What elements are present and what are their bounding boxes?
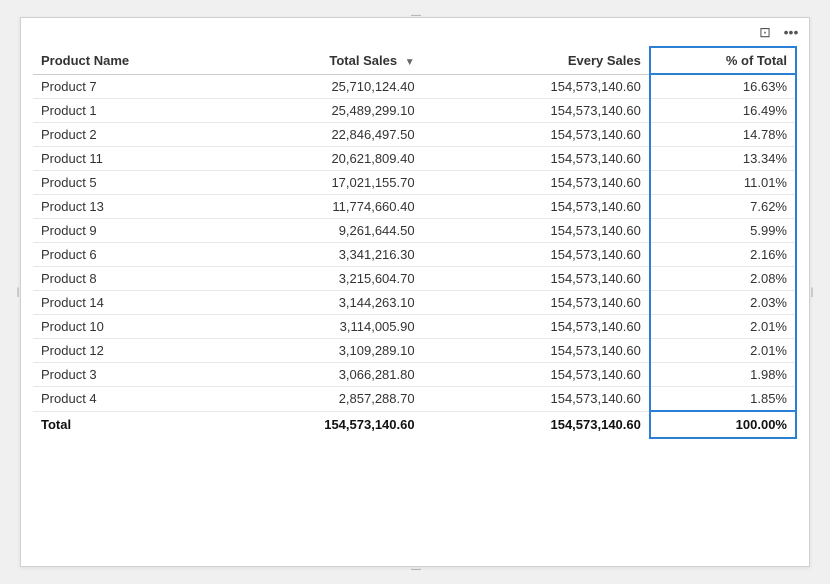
footer-row: Total154,573,140.60154,573,140.60100.00%	[33, 411, 796, 438]
resize-handle-top[interactable]	[405, 12, 425, 18]
table-row: Product 222,846,497.50154,573,140.6014.7…	[33, 123, 796, 147]
table-row: Product 83,215,604.70154,573,140.602.08%	[33, 267, 796, 291]
cell-pct-total: 11.01%	[650, 171, 796, 195]
cell-product-name: Product 5	[33, 171, 212, 195]
data-table: Product Name Total Sales ▼ Every Sales %…	[33, 46, 797, 439]
cell-total-sales: 3,215,604.70	[212, 267, 423, 291]
cell-product-name: Product 1	[33, 99, 212, 123]
cell-total-sales: 25,489,299.10	[212, 99, 423, 123]
cell-product-name: Product 11	[33, 147, 212, 171]
table-row: Product 125,489,299.10154,573,140.6016.4…	[33, 99, 796, 123]
cell-pct-total: 7.62%	[650, 195, 796, 219]
table-row: Product 143,144,263.10154,573,140.602.03…	[33, 291, 796, 315]
cell-total-sales: 3,114,005.90	[212, 315, 423, 339]
cell-pct-total: 2.08%	[650, 267, 796, 291]
cell-product-name: Product 3	[33, 363, 212, 387]
col-header-pct-total[interactable]: % of Total	[650, 47, 796, 74]
cell-product-name: Product 4	[33, 387, 212, 412]
table-row: Product 1120,621,809.40154,573,140.6013.…	[33, 147, 796, 171]
cell-every-sales: 154,573,140.60	[423, 147, 650, 171]
cell-every-sales: 154,573,140.60	[423, 363, 650, 387]
cell-pct-total: 1.98%	[650, 363, 796, 387]
cell-pct-total: 2.01%	[650, 339, 796, 363]
cell-every-sales: 154,573,140.60	[423, 171, 650, 195]
cell-product-name: Product 8	[33, 267, 212, 291]
table-container: Product Name Total Sales ▼ Every Sales %…	[21, 46, 809, 451]
cell-pct-total: 2.03%	[650, 291, 796, 315]
more-options-icon[interactable]: •••	[781, 22, 801, 42]
table-row: Product 42,857,288.70154,573,140.601.85%	[33, 387, 796, 412]
table-row: Product 123,109,289.10154,573,140.602.01…	[33, 339, 796, 363]
cell-pct-total: 1.85%	[650, 387, 796, 412]
resize-handle-left[interactable]	[15, 282, 21, 302]
cell-total-sales: 3,066,281.80	[212, 363, 423, 387]
top-bar: ⊡ •••	[21, 18, 809, 46]
footer-every: 154,573,140.60	[423, 411, 650, 438]
cell-total-sales: 9,261,644.50	[212, 219, 423, 243]
cell-product-name: Product 7	[33, 74, 212, 99]
cell-product-name: Product 9	[33, 219, 212, 243]
cell-every-sales: 154,573,140.60	[423, 195, 650, 219]
footer-total: 154,573,140.60	[212, 411, 423, 438]
cell-every-sales: 154,573,140.60	[423, 243, 650, 267]
cell-product-name: Product 10	[33, 315, 212, 339]
cell-pct-total: 14.78%	[650, 123, 796, 147]
resize-handle-bottom[interactable]	[405, 566, 425, 572]
cell-every-sales: 154,573,140.60	[423, 291, 650, 315]
table-row: Product 725,710,124.40154,573,140.6016.6…	[33, 74, 796, 99]
cell-every-sales: 154,573,140.60	[423, 387, 650, 412]
cell-pct-total: 5.99%	[650, 219, 796, 243]
table-row: Product 63,341,216.30154,573,140.602.16%	[33, 243, 796, 267]
cell-every-sales: 154,573,140.60	[423, 267, 650, 291]
cell-product-name: Product 13	[33, 195, 212, 219]
cell-pct-total: 16.63%	[650, 74, 796, 99]
table-header-row: Product Name Total Sales ▼ Every Sales %…	[33, 47, 796, 74]
table-footer: Total154,573,140.60154,573,140.60100.00%	[33, 411, 796, 438]
table-row: Product 99,261,644.50154,573,140.605.99%	[33, 219, 796, 243]
cell-total-sales: 25,710,124.40	[212, 74, 423, 99]
sort-desc-icon: ▼	[405, 57, 415, 68]
visual-container: ⊡ ••• Product Name Total Sales ▼ Every S…	[20, 17, 810, 567]
cell-pct-total: 13.34%	[650, 147, 796, 171]
cell-product-name: Product 2	[33, 123, 212, 147]
cell-every-sales: 154,573,140.60	[423, 315, 650, 339]
cell-pct-total: 2.16%	[650, 243, 796, 267]
footer-pct: 100.00%	[650, 411, 796, 438]
cell-every-sales: 154,573,140.60	[423, 219, 650, 243]
toolbar-icons: ⊡ •••	[755, 22, 801, 42]
table-row: Product 1311,774,660.40154,573,140.607.6…	[33, 195, 796, 219]
table-body: Product 725,710,124.40154,573,140.6016.6…	[33, 74, 796, 411]
cell-product-name: Product 14	[33, 291, 212, 315]
col-header-product-name[interactable]: Product Name	[33, 47, 212, 74]
cell-total-sales: 22,846,497.50	[212, 123, 423, 147]
expand-icon[interactable]: ⊡	[755, 22, 775, 42]
table-row: Product 103,114,005.90154,573,140.602.01…	[33, 315, 796, 339]
cell-total-sales: 20,621,809.40	[212, 147, 423, 171]
cell-total-sales: 17,021,155.70	[212, 171, 423, 195]
cell-every-sales: 154,573,140.60	[423, 123, 650, 147]
cell-total-sales: 11,774,660.40	[212, 195, 423, 219]
cell-total-sales: 3,109,289.10	[212, 339, 423, 363]
col-header-every-sales[interactable]: Every Sales	[423, 47, 650, 74]
cell-pct-total: 16.49%	[650, 99, 796, 123]
resize-handle-right[interactable]	[809, 282, 815, 302]
cell-every-sales: 154,573,140.60	[423, 99, 650, 123]
cell-every-sales: 154,573,140.60	[423, 74, 650, 99]
cell-pct-total: 2.01%	[650, 315, 796, 339]
col-header-total-sales[interactable]: Total Sales ▼	[212, 47, 423, 74]
cell-every-sales: 154,573,140.60	[423, 339, 650, 363]
footer-label: Total	[33, 411, 212, 438]
table-row: Product 517,021,155.70154,573,140.6011.0…	[33, 171, 796, 195]
cell-total-sales: 2,857,288.70	[212, 387, 423, 412]
cell-product-name: Product 12	[33, 339, 212, 363]
cell-total-sales: 3,341,216.30	[212, 243, 423, 267]
cell-total-sales: 3,144,263.10	[212, 291, 423, 315]
cell-product-name: Product 6	[33, 243, 212, 267]
table-row: Product 33,066,281.80154,573,140.601.98%	[33, 363, 796, 387]
